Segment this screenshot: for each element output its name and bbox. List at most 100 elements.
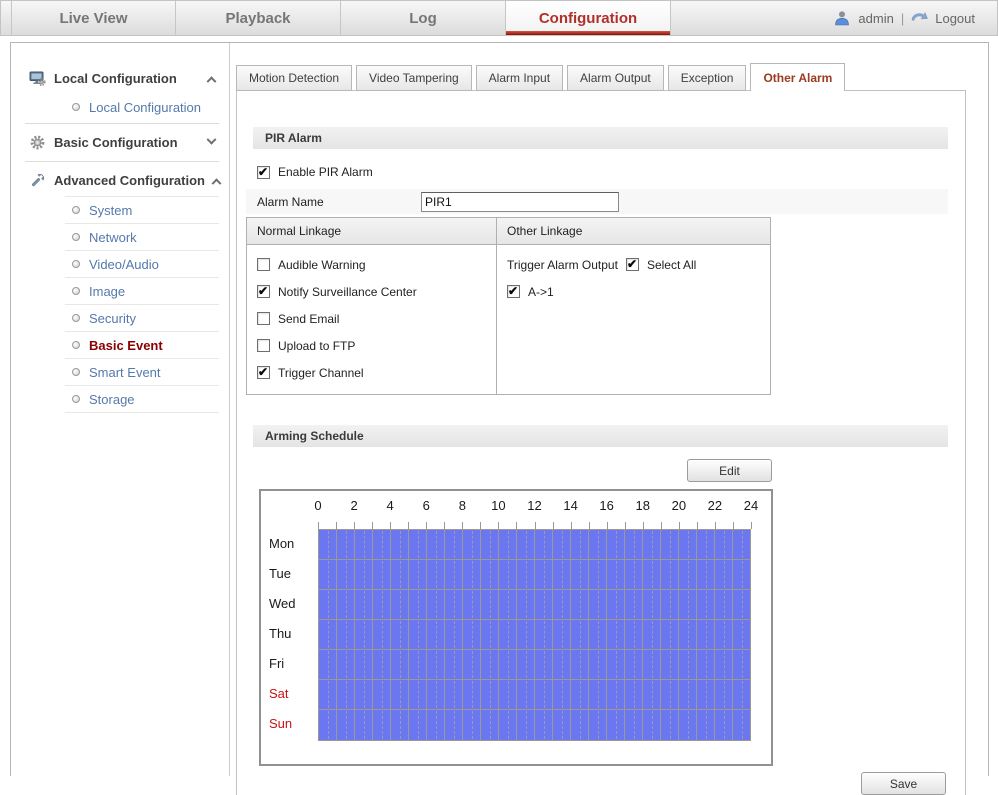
edit-button[interactable]: Edit xyxy=(687,459,772,482)
schedule-cell xyxy=(589,530,607,559)
schedule-cell xyxy=(679,560,697,589)
schedule-cell xyxy=(463,620,481,649)
schedule-cell xyxy=(517,650,535,679)
hour-label: 24 xyxy=(743,498,759,513)
schedule-cell xyxy=(715,560,733,589)
schedule-cell xyxy=(445,710,463,740)
sidebar-item-storage[interactable]: Storage xyxy=(11,386,229,412)
normal-linkage-cell: Audible Warning Notify Surveillance Cent… xyxy=(247,245,496,394)
schedule-cell xyxy=(499,560,517,589)
tick-mark xyxy=(498,522,500,529)
sidebar-group-local-configuration[interactable]: Local Configuration xyxy=(11,63,229,94)
trigger-channel-checkbox[interactable] xyxy=(257,365,270,379)
schedule-cell xyxy=(445,530,463,559)
schedule-cell xyxy=(481,650,499,679)
schedule-cell xyxy=(697,560,715,589)
hour-label: 10 xyxy=(491,498,506,513)
sidebar-item-image[interactable]: Image xyxy=(11,278,229,304)
tab-other-alarm[interactable]: Other Alarm xyxy=(750,63,846,91)
schedule-cell xyxy=(517,590,535,619)
hour-label: 14 xyxy=(563,498,578,513)
sidebar-item-label: Security xyxy=(89,310,136,326)
schedule-cell xyxy=(445,650,463,679)
schedule-cell xyxy=(625,650,643,679)
tick-mark xyxy=(462,522,464,529)
normal-linkage-header: Normal Linkage xyxy=(257,224,342,238)
tab-exception[interactable]: Exception xyxy=(667,65,747,91)
notify-surveillance-center-checkbox[interactable] xyxy=(257,284,270,298)
schedule-cell xyxy=(409,530,427,559)
nav-tab-playback[interactable]: Playback xyxy=(176,1,341,35)
schedule-cell xyxy=(607,710,625,740)
schedule-cell xyxy=(517,530,535,559)
sidebar-item-label: Video/Audio xyxy=(89,256,159,272)
divider xyxy=(65,412,219,413)
schedule-cell xyxy=(589,590,607,619)
tab-video-tampering[interactable]: Video Tampering xyxy=(356,65,472,91)
schedule-cell xyxy=(553,560,571,589)
schedule-cell xyxy=(517,680,535,709)
schedule-cell xyxy=(355,530,373,559)
tab-bar: Motion Detection Video Tampering Alarm I… xyxy=(236,63,966,91)
sidebar: Local Configuration Local Configuration … xyxy=(11,43,230,776)
alarm-name-input[interactable] xyxy=(421,191,619,212)
schedule-cell xyxy=(715,620,733,649)
tab-alarm-output[interactable]: Alarm Output xyxy=(567,65,664,91)
sidebar-group-label: Local Configuration xyxy=(54,71,177,86)
schedule-cell xyxy=(589,680,607,709)
logout-label[interactable]: Logout xyxy=(935,11,975,26)
schedule-cell xyxy=(697,710,715,740)
sidebar-group-advanced-configuration[interactable]: Advanced Configuration xyxy=(11,165,229,196)
send-email-checkbox[interactable] xyxy=(257,312,270,325)
logout-icon[interactable] xyxy=(911,10,929,27)
save-row: Save xyxy=(237,772,965,795)
schedule-cell xyxy=(355,650,373,679)
schedule-cell xyxy=(733,560,750,589)
sidebar-item-system[interactable]: System xyxy=(11,197,229,223)
tab-motion-detection[interactable]: Motion Detection xyxy=(236,65,353,91)
schedule-cell xyxy=(679,650,697,679)
schedule-cell xyxy=(715,650,733,679)
save-button[interactable]: Save xyxy=(861,772,946,795)
nav-tab-live-view[interactable]: Live View xyxy=(11,1,176,35)
edit-row: Edit xyxy=(237,459,965,482)
schedule-cell xyxy=(355,590,373,619)
schedule-cell xyxy=(445,680,463,709)
upload-to-ftp-checkbox[interactable] xyxy=(257,339,270,352)
sidebar-item-basic-event[interactable]: Basic Event xyxy=(11,332,229,358)
schedule-cell xyxy=(697,590,715,619)
linkage-row-audible-warning: Audible Warning xyxy=(257,251,486,278)
sidebar-group-basic-configuration[interactable]: Basic Configuration xyxy=(11,127,229,158)
schedule-cell xyxy=(553,530,571,559)
sidebar-item-local-configuration[interactable]: Local Configuration xyxy=(11,94,229,120)
sidebar-item-security[interactable]: Security xyxy=(11,305,229,331)
linkage-label: Trigger Channel xyxy=(278,365,364,380)
tab-alarm-input[interactable]: Alarm Input xyxy=(475,65,564,91)
schedule-cell xyxy=(553,710,571,740)
linkage-label: Audible Warning xyxy=(278,257,366,272)
schedule-cell xyxy=(409,560,427,589)
day-label: Wed xyxy=(269,596,296,611)
enable-pir-alarm-checkbox[interactable] xyxy=(257,165,270,179)
sidebar-item-video-audio[interactable]: Video/Audio xyxy=(11,251,229,277)
hour-label: 22 xyxy=(707,498,723,513)
alarm-output-a1-checkbox[interactable] xyxy=(507,284,520,298)
nav-tab-log[interactable]: Log xyxy=(341,1,506,35)
schedule-cell xyxy=(373,560,391,589)
schedule-cell xyxy=(607,650,625,679)
tick-mark xyxy=(552,522,554,529)
tick-mark xyxy=(732,522,734,529)
sidebar-item-label: Network xyxy=(89,229,137,245)
wrench-icon xyxy=(29,172,46,189)
nav-tab-configuration[interactable]: Configuration xyxy=(506,1,671,35)
schedule-cell xyxy=(319,650,337,679)
schedule-cell xyxy=(535,590,553,619)
sidebar-item-label: System xyxy=(89,202,133,218)
schedule-cell xyxy=(499,710,517,740)
select-all-checkbox[interactable] xyxy=(625,257,639,271)
audible-warning-checkbox[interactable] xyxy=(257,258,270,271)
bullet-icon xyxy=(72,314,80,322)
schedule-cell xyxy=(355,620,373,649)
sidebar-item-network[interactable]: Network xyxy=(11,224,229,250)
sidebar-item-smart-event[interactable]: Smart Event xyxy=(11,359,229,385)
